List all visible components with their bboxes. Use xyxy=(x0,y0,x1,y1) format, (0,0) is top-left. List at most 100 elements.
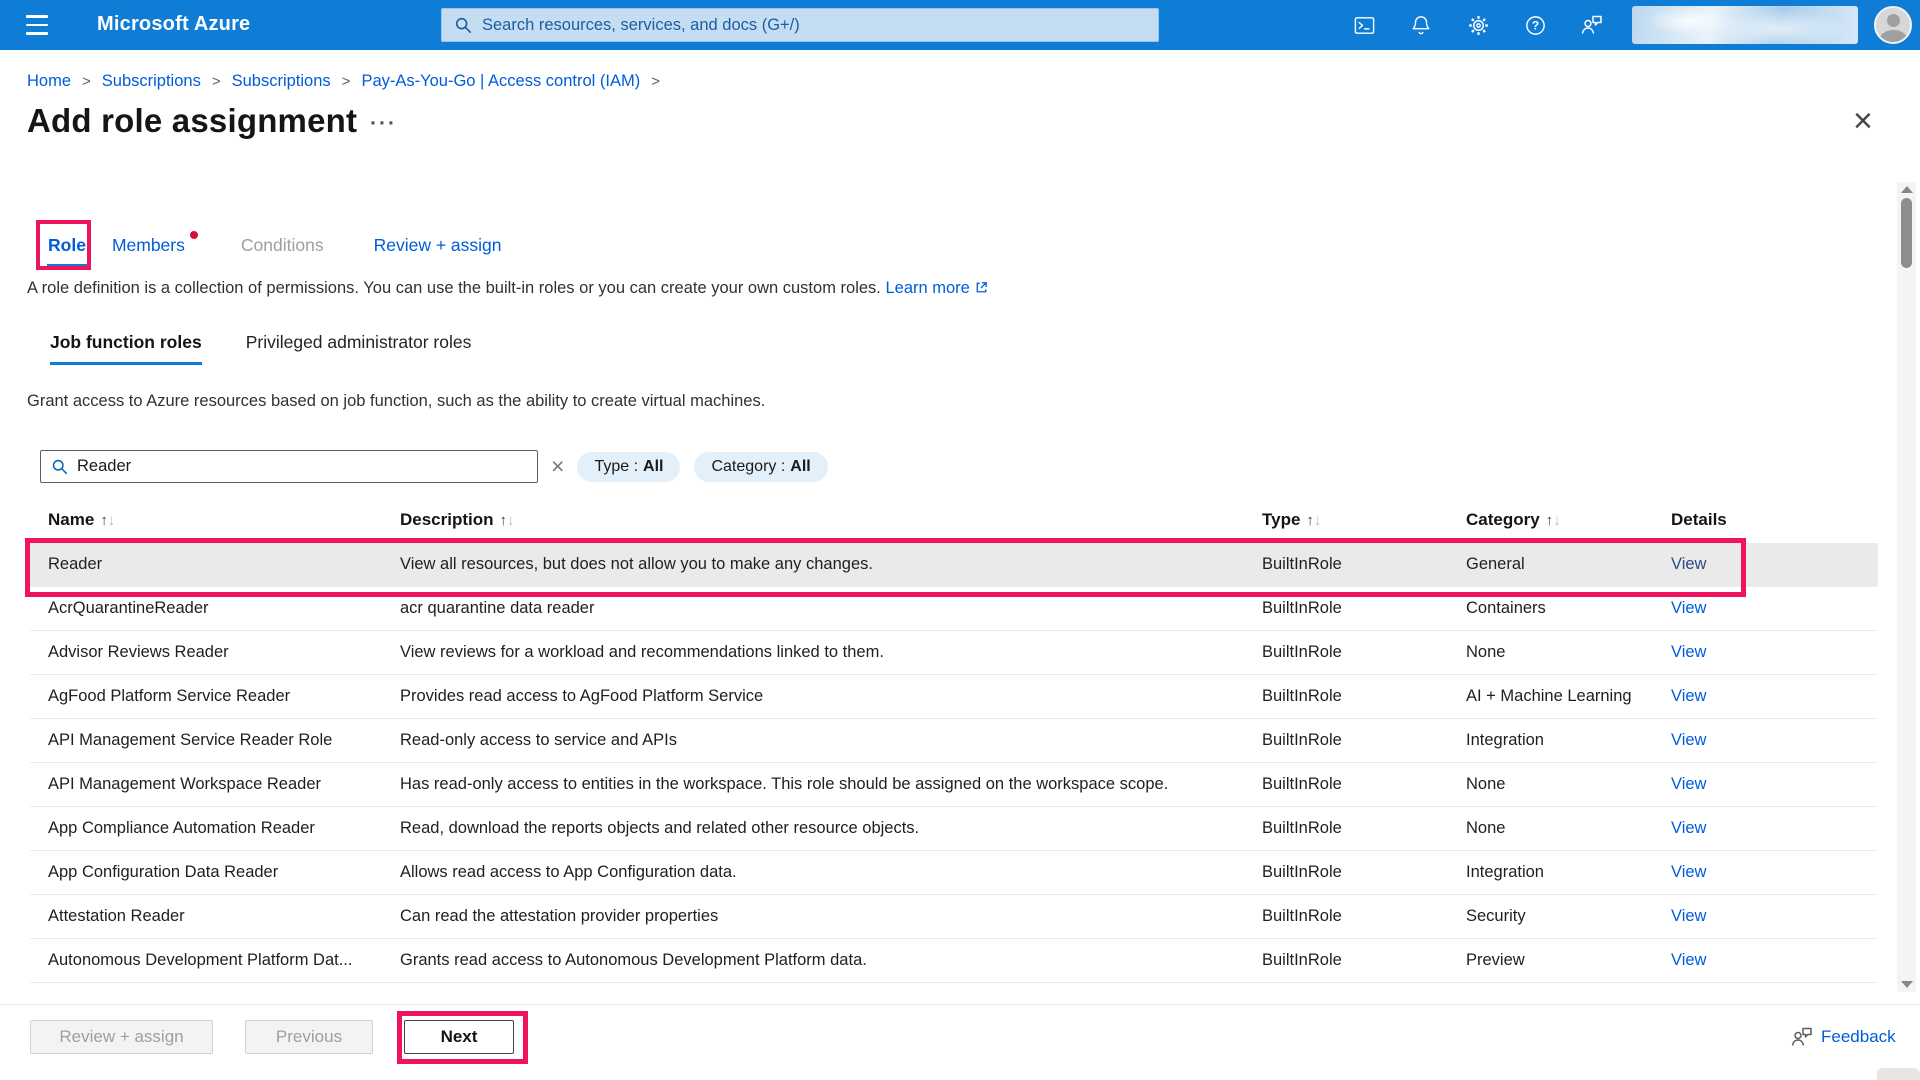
global-search[interactable] xyxy=(441,8,1159,42)
feedback-link[interactable]: Feedback xyxy=(1790,1025,1896,1049)
role-category: AI + Machine Learning xyxy=(1466,687,1671,706)
breadcrumb-pay-as-you-go[interactable]: Pay-As-You-Go | Access control (IAM) xyxy=(361,72,640,91)
role-table-body: Reader View all resources, but does not … xyxy=(30,543,1878,983)
role-search-input[interactable] xyxy=(77,457,527,476)
more-menu-icon[interactable]: ··· xyxy=(370,112,397,136)
sort-icons: ↑↓ xyxy=(1306,512,1321,529)
account-info-redacted[interactable] xyxy=(1632,6,1858,44)
role-type-subtabs: Job function roles Privileged administra… xyxy=(50,332,471,365)
view-details-link[interactable]: View xyxy=(1671,555,1878,574)
feedback-smiley-icon[interactable] xyxy=(1580,13,1604,37)
feedback-person-icon xyxy=(1790,1025,1814,1049)
sort-icons: ↑↓ xyxy=(100,512,115,529)
type-filter-pill[interactable]: Type :All xyxy=(577,452,680,482)
role-category: Security xyxy=(1466,907,1671,926)
brand-title: Microsoft Azure xyxy=(97,13,250,36)
view-details-link[interactable]: View xyxy=(1671,643,1878,662)
column-header-details: Details xyxy=(1671,510,1878,530)
role-name: API Management Service Reader Role xyxy=(30,731,400,750)
column-header-category[interactable]: Category↑↓ xyxy=(1466,510,1671,530)
table-row[interactable]: AgFood Platform Service Reader Provides … xyxy=(30,675,1878,719)
cloud-shell-icon[interactable] xyxy=(1352,13,1376,37)
view-details-link[interactable]: View xyxy=(1671,907,1878,926)
learn-more-link[interactable]: Learn more xyxy=(885,279,969,297)
notifications-bell-icon[interactable] xyxy=(1409,13,1433,37)
role-description: Has read-only access to entities in the … xyxy=(400,775,1262,794)
help-icon[interactable]: ? xyxy=(1523,13,1547,37)
breadcrumb-subscriptions-1[interactable]: Subscriptions xyxy=(102,72,201,91)
view-details-link[interactable]: View xyxy=(1671,687,1878,706)
sort-icons: ↑↓ xyxy=(500,512,515,529)
role-description: Allows read access to App Configuration … xyxy=(400,863,1262,882)
role-category: Preview xyxy=(1466,951,1671,970)
wizard-tabs: Role Members Conditions Review + assign xyxy=(48,235,502,256)
role-type: BuiltInRole xyxy=(1262,951,1466,970)
view-details-link[interactable]: View xyxy=(1671,819,1878,838)
chevron-right-icon: > xyxy=(651,73,660,90)
role-description: Provides read access to AgFood Platform … xyxy=(400,687,1262,706)
top-bar: Microsoft Azure xyxy=(0,0,1920,50)
scroll-up-arrow[interactable] xyxy=(1901,186,1913,193)
breadcrumb-subscriptions-2[interactable]: Subscriptions xyxy=(232,72,331,91)
account-avatar[interactable] xyxy=(1874,6,1912,44)
tab-review-assign[interactable]: Review + assign xyxy=(374,235,502,256)
role-type: BuiltInRole xyxy=(1262,819,1466,838)
subtab-job-function-roles[interactable]: Job function roles xyxy=(50,332,202,365)
column-header-type[interactable]: Type↑↓ xyxy=(1262,510,1466,530)
role-name: Autonomous Development Platform Dat... xyxy=(30,951,400,970)
view-details-link[interactable]: View xyxy=(1671,951,1878,970)
view-details-link[interactable]: View xyxy=(1671,775,1878,794)
table-row[interactable]: API Management Service Reader Role Read-… xyxy=(30,719,1878,763)
role-search-box[interactable] xyxy=(40,450,538,483)
table-row[interactable]: API Management Workspace Reader Has read… xyxy=(30,763,1878,807)
azure-portal-screen: Microsoft Azure xyxy=(0,0,1920,1080)
role-category: Integration xyxy=(1466,863,1671,882)
table-row[interactable]: Attestation Reader Can read the attestat… xyxy=(30,895,1878,939)
table-row[interactable]: Advisor Reviews Reader View reviews for … xyxy=(30,631,1878,675)
filter-bar: × Type :All Category :All xyxy=(40,450,828,483)
role-type: BuiltInRole xyxy=(1262,907,1466,926)
table-row[interactable]: App Configuration Data Reader Allows rea… xyxy=(30,851,1878,895)
footer-divider xyxy=(0,1004,1920,1005)
column-header-name[interactable]: Name↑↓ xyxy=(30,510,400,530)
table-row[interactable]: Autonomous Development Platform Dat... G… xyxy=(30,939,1878,983)
breadcrumb-home[interactable]: Home xyxy=(27,72,71,91)
horizontal-scrollbar-thumb[interactable] xyxy=(1877,1068,1920,1080)
footer-buttons: Review + assign Previous Next xyxy=(30,1020,514,1054)
review-assign-button[interactable]: Review + assign xyxy=(30,1020,213,1054)
role-type: BuiltInRole xyxy=(1262,599,1466,618)
role-description: Can read the attestation provider proper… xyxy=(400,907,1262,926)
role-name: Advisor Reviews Reader xyxy=(30,643,400,662)
role-type: BuiltInRole xyxy=(1262,863,1466,882)
clear-search-icon[interactable]: × xyxy=(551,455,564,478)
previous-button[interactable]: Previous xyxy=(245,1020,373,1054)
global-search-input[interactable] xyxy=(482,16,1146,35)
hamburger-menu-icon[interactable] xyxy=(26,15,48,35)
role-category: None xyxy=(1466,643,1671,662)
tab-conditions[interactable]: Conditions xyxy=(241,235,324,256)
vertical-scrollbar[interactable] xyxy=(1897,182,1916,992)
scroll-down-arrow[interactable] xyxy=(1901,981,1913,988)
table-row[interactable]: AcrQuarantineReader acr quarantine data … xyxy=(30,587,1878,631)
close-icon[interactable]: × xyxy=(1853,104,1873,138)
tab-role[interactable]: Role xyxy=(48,235,86,256)
role-description: View reviews for a workload and recommen… xyxy=(400,643,1262,662)
table-row[interactable]: Reader View all resources, but does not … xyxy=(30,543,1878,587)
tab-members[interactable]: Members xyxy=(112,235,185,256)
settings-gear-icon[interactable] xyxy=(1466,13,1490,37)
role-description: Read-only access to service and APIs xyxy=(400,731,1262,750)
role-name: AcrQuarantineReader xyxy=(30,599,400,618)
chevron-right-icon: > xyxy=(212,73,221,90)
table-row[interactable]: App Compliance Automation Reader Read, d… xyxy=(30,807,1878,851)
role-category: None xyxy=(1466,819,1671,838)
breadcrumb: Home > Subscriptions > Subscriptions > P… xyxy=(27,72,660,91)
column-header-description[interactable]: Description↑↓ xyxy=(400,510,1262,530)
next-button[interactable]: Next xyxy=(404,1020,514,1054)
subtab-privileged-admin-roles[interactable]: Privileged administrator roles xyxy=(246,332,472,365)
view-details-link[interactable]: View xyxy=(1671,863,1878,882)
view-details-link[interactable]: View xyxy=(1671,599,1878,618)
category-filter-pill[interactable]: Category :All xyxy=(694,452,827,482)
view-details-link[interactable]: View xyxy=(1671,731,1878,750)
role-category: Integration xyxy=(1466,731,1671,750)
vertical-scrollbar-thumb[interactable] xyxy=(1901,198,1912,268)
